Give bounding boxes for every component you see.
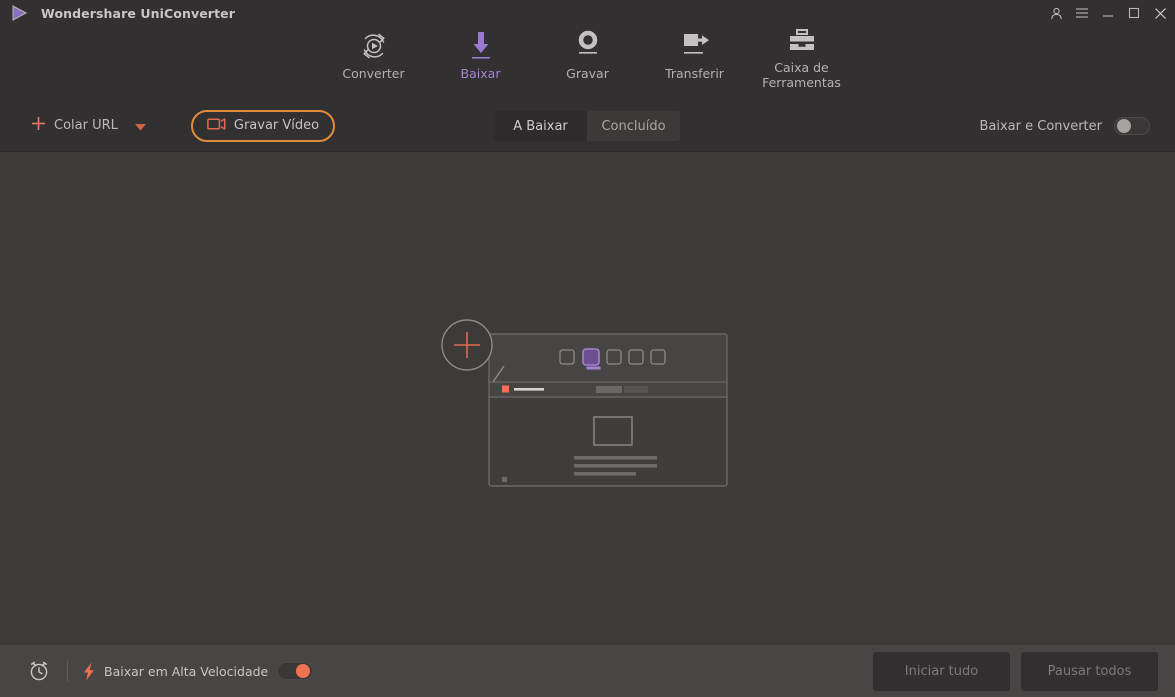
record-video-label: Gravar Vídeo bbox=[233, 118, 320, 133]
pause-all-label: Pausar todos bbox=[1047, 663, 1132, 679]
toggle-knob bbox=[1117, 119, 1131, 133]
tab-concluido-label: Concluído bbox=[601, 118, 666, 134]
nav-label-converter: Converter bbox=[342, 66, 405, 81]
video-camera-icon bbox=[207, 116, 226, 135]
start-all-button[interactable]: Iniciar tudo bbox=[873, 651, 1010, 691]
high-speed-download-control: Baixar em Alta Velocidade bbox=[83, 662, 314, 681]
download-and-convert-label: Baixar e Converter bbox=[979, 118, 1102, 134]
convert-circle-icon bbox=[358, 26, 390, 66]
paste-url-button[interactable]: Colar URL bbox=[30, 111, 146, 141]
high-speed-download-label: Baixar em Alta Velocidade bbox=[104, 663, 269, 679]
download-and-convert-control: Baixar e Converter bbox=[979, 100, 1150, 152]
tab-a-baixar-label: A Baixar bbox=[513, 118, 568, 134]
bottom-bar: Baixar em Alta Velocidade Iniciar tudo P… bbox=[0, 645, 1175, 697]
chevron-down-icon[interactable] bbox=[134, 116, 146, 135]
record-circle-icon bbox=[572, 26, 604, 66]
nav-label-line1: Caixa de bbox=[774, 60, 829, 75]
nav-label-gravar: Gravar bbox=[566, 66, 609, 81]
nav-tab-baixar[interactable]: Baixar bbox=[427, 20, 534, 96]
alarm-clock-icon[interactable] bbox=[27, 659, 51, 683]
main-nav: Converter Baixar Gravar Transferir Caixa… bbox=[0, 20, 1175, 96]
app-title: Wondershare UniConverter bbox=[41, 5, 235, 21]
tab-a-baixar[interactable]: A Baixar bbox=[494, 111, 587, 141]
bottom-actions: Iniciar tudo Pausar todos bbox=[873, 645, 1158, 697]
nav-label-line2: Ferramentas bbox=[762, 75, 841, 90]
toolbox-icon bbox=[786, 26, 818, 60]
transfer-arrow-icon bbox=[678, 26, 712, 66]
download-and-convert-toggle[interactable] bbox=[1114, 117, 1150, 135]
vertical-divider bbox=[67, 660, 68, 682]
start-all-label: Iniciar tudo bbox=[904, 663, 979, 679]
toolbar: Colar URL Gravar Vídeo A Baixar Concluíd… bbox=[0, 100, 1175, 152]
app-window: Wondershare UniConverter Converter Baixa… bbox=[0, 0, 1175, 697]
nav-tab-transferir[interactable]: Transferir bbox=[641, 20, 748, 96]
empty-state-illustration bbox=[441, 314, 731, 489]
header: Wondershare UniConverter Converter Baixa… bbox=[0, 0, 1175, 104]
download-arrow-icon bbox=[465, 26, 497, 66]
lightning-bolt-icon bbox=[83, 662, 95, 681]
high-speed-download-toggle[interactable] bbox=[277, 662, 314, 680]
paste-url-label: Colar URL bbox=[54, 118, 118, 133]
nav-label-caixa-de-ferramentas: Caixa de Ferramentas bbox=[762, 60, 841, 90]
nav-label-baixar: Baixar bbox=[460, 66, 501, 81]
nav-tab-gravar[interactable]: Gravar bbox=[534, 20, 641, 96]
toggle-knob bbox=[296, 664, 311, 678]
tab-concluido[interactable]: Concluído bbox=[587, 111, 680, 141]
status-tabs: A Baixar Concluído bbox=[494, 111, 680, 141]
record-video-button[interactable]: Gravar Vídeo bbox=[190, 109, 336, 142]
nav-label-transferir: Transferir bbox=[665, 66, 724, 81]
plus-icon bbox=[30, 115, 47, 136]
nav-tab-converter[interactable]: Converter bbox=[320, 20, 427, 96]
pause-all-button[interactable]: Pausar todos bbox=[1021, 651, 1158, 691]
nav-tab-caixa-de-ferramentas[interactable]: Caixa de Ferramentas bbox=[748, 20, 855, 96]
main-content bbox=[0, 152, 1175, 645]
